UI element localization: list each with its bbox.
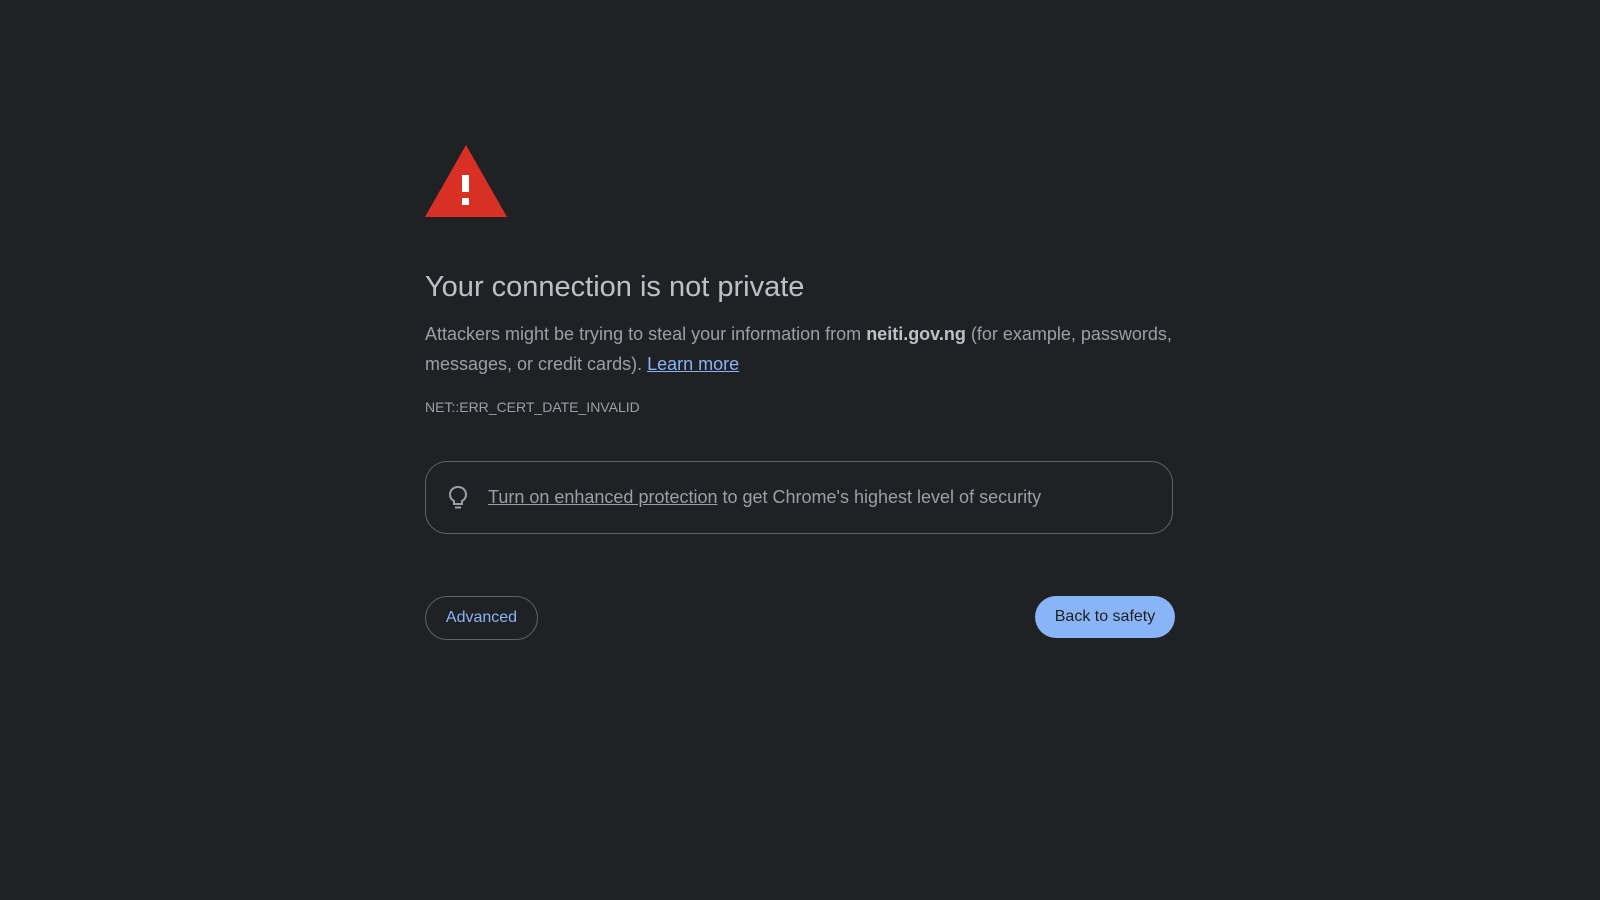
warning-triangle-icon <box>425 145 507 217</box>
lightbulb-icon <box>446 484 470 512</box>
learn-more-link[interactable]: Learn more <box>647 354 739 374</box>
error-code: NET::ERR_CERT_DATE_INVALID <box>425 399 640 415</box>
button-row: Advanced Back to safety <box>425 596 1175 640</box>
back-to-safety-button[interactable]: Back to safety <box>1035 596 1175 638</box>
enhanced-protection-link[interactable]: Turn on enhanced protection <box>488 487 718 507</box>
page-title: Your connection is not private <box>425 271 805 303</box>
advanced-button[interactable]: Advanced <box>425 596 538 640</box>
protection-text: Turn on enhanced protection to get Chrom… <box>488 487 1041 508</box>
enhanced-protection-promo: Turn on enhanced protection to get Chrom… <box>425 461 1173 534</box>
host-name: neiti.gov.ng <box>866 324 966 344</box>
warning-message: Attackers might be trying to steal your … <box>425 319 1175 379</box>
protection-rest-text: to get Chrome's highest level of securit… <box>717 487 1042 507</box>
message-prefix: Attackers might be trying to steal your … <box>425 324 867 344</box>
interstitial-content: Your connection is not private Attackers… <box>425 145 1175 640</box>
